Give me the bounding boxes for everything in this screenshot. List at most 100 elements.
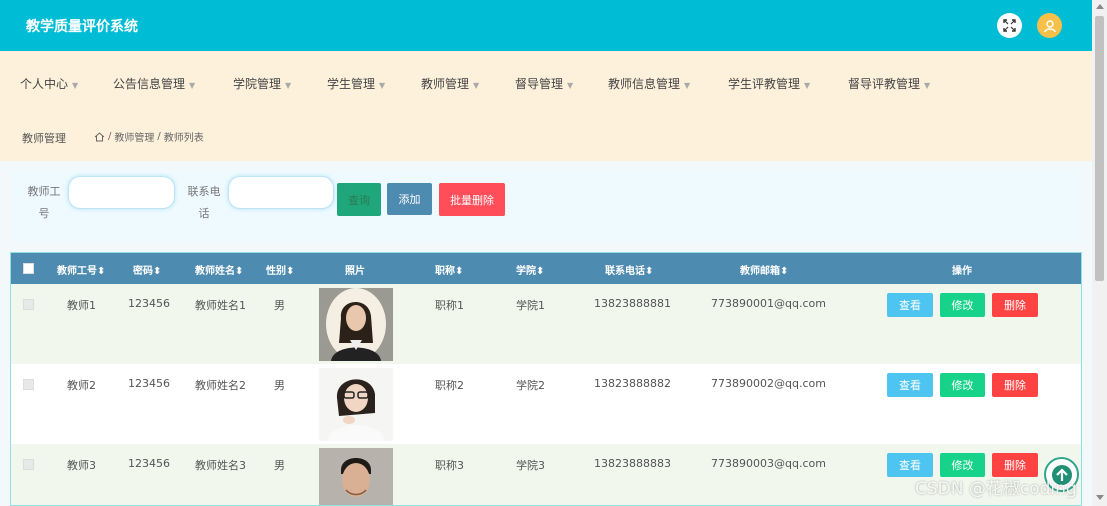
scroll-up-icon[interactable] xyxy=(1096,4,1104,9)
cell-phone: 13823888882 xyxy=(594,377,671,390)
nav-item-supervisors[interactable]: 督导管理 ▼ xyxy=(515,75,573,92)
col-photo: 照片 xyxy=(345,266,365,277)
nav-label: 学生评教管理 xyxy=(728,77,801,91)
page-title: 教师管理 xyxy=(22,132,66,145)
nav-item-student-evaluation[interactable]: 学生评教管理 ▼ xyxy=(728,75,810,92)
home-icon[interactable] xyxy=(94,131,105,142)
nav-label: 教师管理 xyxy=(421,77,470,91)
batch-delete-button[interactable]: 批量删除 xyxy=(439,183,505,216)
label-line: 话 xyxy=(198,207,210,220)
edit-button[interactable]: 修改 xyxy=(940,373,985,397)
cell-gender: 男 xyxy=(274,299,285,312)
nav-item-teacher-info[interactable]: 教师信息管理 ▼ xyxy=(608,75,690,92)
col-title[interactable]: 职称⬍ xyxy=(435,262,463,277)
breadcrumb-separator: / xyxy=(157,131,161,142)
select-all-checkbox[interactable] xyxy=(23,263,34,274)
top-bar: 教学质量评价系统 xyxy=(0,0,1092,51)
col-gender[interactable]: 性别⬍ xyxy=(266,262,294,277)
nav-item-students[interactable]: 学生管理 ▼ xyxy=(327,75,385,92)
nav-label: 督导管理 xyxy=(515,77,564,91)
edit-button[interactable]: 修改 xyxy=(940,293,985,317)
caret-down-icon: ▼ xyxy=(189,81,196,90)
table-row: 教师1 123456 教师姓名1 男 职称1 学院1 13823888881 7… xyxy=(11,284,1081,364)
sort-icon: ⬍ xyxy=(536,266,545,277)
fullscreen-button[interactable] xyxy=(997,13,1022,38)
delete-button[interactable]: 删除 xyxy=(992,373,1038,397)
cell-teacher-no: 教师3 xyxy=(67,459,96,472)
cell-email: 773890001@qq.com xyxy=(711,297,826,310)
cell-email: 773890002@qq.com xyxy=(711,377,826,390)
cell-name: 教师姓名3 xyxy=(195,459,246,472)
header-label: 教师邮箱 xyxy=(740,266,780,277)
sort-icon: ⬍ xyxy=(286,266,295,277)
sort-icon: ⬍ xyxy=(780,266,789,277)
add-button[interactable]: 添加 xyxy=(387,183,432,215)
col-email[interactable]: 教师邮箱⬍ xyxy=(740,262,788,277)
caret-down-icon: ▼ xyxy=(473,81,480,90)
header-label: 密码 xyxy=(133,266,153,277)
cell-gender: 男 xyxy=(274,459,285,472)
col-teacher-no[interactable]: 教师工号⬍ xyxy=(57,262,105,277)
teacher-no-input[interactable] xyxy=(68,176,175,209)
breadcrumb: / 教师管理 / 教师列表 xyxy=(94,129,204,144)
breadcrumb-separator: / xyxy=(108,131,112,142)
col-phone[interactable]: 联系电话⬍ xyxy=(605,262,653,277)
caret-down-icon: ▼ xyxy=(804,81,811,90)
scroll-down-icon[interactable] xyxy=(1096,495,1104,500)
nav-label: 教师信息管理 xyxy=(608,77,681,91)
cell-email: 773890003@qq.com xyxy=(711,457,826,470)
nav-label: 学院管理 xyxy=(233,77,282,91)
cell-title: 职称2 xyxy=(435,379,464,392)
cell-phone: 13823888881 xyxy=(594,297,671,310)
table-header: 教师工号⬍ 密码⬍ 教师姓名⬍ 性别⬍ 照片 职称⬍ 学院⬍ 联系电话⬍ 教师邮… xyxy=(11,253,1081,284)
sort-icon: ⬍ xyxy=(455,266,464,277)
main-nav: 个人中心 ▼ 公告信息管理 ▼ 学院管理 ▼ 学生管理 ▼ 教师管理 ▼ 督导管理 ▼ 教师… xyxy=(0,51,1092,114)
row-checkbox[interactable] xyxy=(23,459,34,470)
label-line: 教师工 xyxy=(27,185,61,198)
teacher-photo xyxy=(319,288,393,361)
table-row: 教师2 123456 教师姓名2 男 职称2 学院2 13823888882 7… xyxy=(11,364,1081,444)
teacher-photo xyxy=(319,368,393,441)
cell-gender: 男 xyxy=(274,379,285,392)
nav-label: 个人中心 xyxy=(20,77,69,91)
phone-input[interactable] xyxy=(228,176,334,209)
caret-down-icon: ▼ xyxy=(567,81,574,90)
nav-label: 学生管理 xyxy=(327,77,376,91)
page-scrollbar[interactable] xyxy=(1092,0,1107,506)
col-college[interactable]: 学院⬍ xyxy=(516,262,544,277)
cell-password: 123456 xyxy=(128,457,170,470)
header-label: 职称 xyxy=(435,266,455,277)
nav-item-supervisor-evaluation[interactable]: 督导评教管理 ▼ xyxy=(848,75,930,92)
app-title: 教学质量评价系统 xyxy=(26,19,138,35)
label-line: 号 xyxy=(38,207,50,220)
nav-label: 公告信息管理 xyxy=(113,77,186,91)
breadcrumb-item-teacher-management[interactable]: 教师管理 xyxy=(114,129,154,144)
view-button[interactable]: 查看 xyxy=(887,293,933,317)
breadcrumb-bar: 教师管理 / 教师管理 / 教师列表 xyxy=(0,114,1092,161)
breadcrumb-item-teacher-list: 教师列表 xyxy=(163,133,204,144)
user-avatar-button[interactable] xyxy=(1037,13,1062,38)
nav-item-teachers[interactable]: 教师管理 ▼ xyxy=(421,75,479,92)
sort-icon: ⬍ xyxy=(235,266,244,277)
nav-item-announcements[interactable]: 公告信息管理 ▼ xyxy=(113,75,195,92)
cell-phone: 13823888883 xyxy=(594,457,671,470)
row-checkbox[interactable] xyxy=(23,379,34,390)
col-password[interactable]: 密码⬍ xyxy=(133,262,161,277)
cell-name: 教师姓名2 xyxy=(195,379,246,392)
col-name[interactable]: 教师姓名⬍ xyxy=(195,262,243,277)
scroll-thumb[interactable] xyxy=(1095,16,1104,281)
delete-button[interactable]: 删除 xyxy=(992,293,1038,317)
teacher-photo-image xyxy=(319,448,393,505)
view-button[interactable]: 查看 xyxy=(887,373,933,397)
caret-down-icon: ▼ xyxy=(285,81,292,90)
row-checkbox[interactable] xyxy=(23,299,34,310)
nav-item-personal-center[interactable]: 个人中心 ▼ xyxy=(20,75,78,92)
nav-item-colleges[interactable]: 学院管理 ▼ xyxy=(233,75,291,92)
phone-label: 联系电 话 xyxy=(184,181,224,225)
watermark: CSDN @花椒coding xyxy=(915,479,1077,499)
cell-password: 123456 xyxy=(128,377,170,390)
teacher-no-label: 教师工 号 xyxy=(24,181,64,225)
col-actions: 操作 xyxy=(952,266,972,277)
search-button[interactable]: 查询 xyxy=(337,183,381,216)
user-avatar-icon xyxy=(1043,19,1056,32)
